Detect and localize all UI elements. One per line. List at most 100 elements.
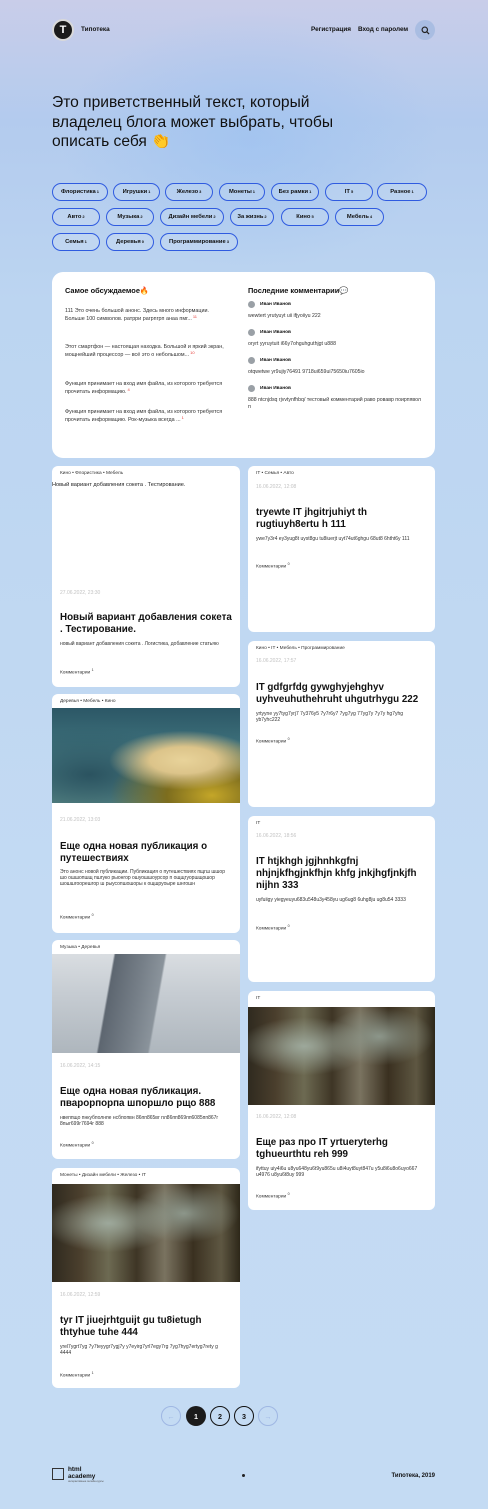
post-comments-link[interactable]: Комментарии 0 [256, 737, 290, 745]
discussed-title: Самое обсуждаемое🔥 [65, 286, 150, 295]
post-card[interactable]: Монеты • Дизайн мебели • Железо • IT 16.… [52, 1168, 240, 1388]
comment-item[interactable]: Иван Иванов wewtert yrutyuyt uii ifjyoii… [248, 301, 423, 320]
post-date: 16.06.2022, 17:57 [256, 658, 297, 664]
arrow-left-icon: ← [167, 1411, 175, 1421]
post-broken-image-alt: Новый вариант добавления сокета . Тестир… [52, 482, 186, 488]
tag-furniture-design[interactable]: Дизайн мебели 2 [160, 208, 224, 226]
avatar [248, 329, 255, 336]
pagination-page-1[interactable]: 1 [186, 1406, 206, 1426]
post-description: uyfuiigy yiegyeuyu683u548u3y458yu ug6ug8… [256, 897, 406, 903]
post-comments-link[interactable]: Комментарии 0 [256, 562, 290, 570]
register-link[interactable]: Регистрация [311, 26, 351, 33]
post-description: ifyttuy uiy4i6u u8yu648yu6t9yu865u u8i4u… [256, 1166, 418, 1179]
post-date: 27.06.2022, 23:30 [60, 590, 101, 596]
post-categories[interactable]: Кино • Флористика • Мебель [60, 471, 123, 476]
tag-life[interactable]: За жизнь 2 [230, 208, 274, 226]
post-description: yrtyyne yy7tyg7yrj7 7y376y5 7y7r6y7 7yg7… [256, 711, 404, 724]
tag-toys[interactable]: Игрушки 1 [113, 183, 160, 201]
post-image-tower[interactable] [52, 954, 240, 1053]
avatar [248, 357, 255, 364]
post-card[interactable]: IT • Семья • Авто 16.06.2022, 12:08 trye… [248, 466, 435, 632]
tag-auto[interactable]: Авто 2 [52, 208, 100, 226]
intro-text: Это приветственный текст, который владел… [52, 94, 334, 150]
post-categories[interactable]: IT • Семья • Авто [256, 471, 294, 476]
tag-furniture[interactable]: Мебель 4 [335, 208, 384, 226]
post-title[interactable]: IT htjkhgh jgjhnhkgfnj nhjnjkfhgjnkfhjn … [256, 856, 430, 891]
post-title[interactable]: tryewte IT jhgitrjuhiyt th rugtiuyh8ertu… [256, 507, 430, 531]
post-title[interactable]: Новый вариант добавления сокета . Тестир… [60, 612, 234, 636]
tag-programming[interactable]: Программирование 3 [160, 233, 238, 251]
post-comments-link[interactable]: Комментарии 0 [60, 1141, 94, 1149]
post-card[interactable]: Деревья • Мебель • Кино 21.06.2022, 13:0… [52, 694, 240, 933]
academy-logo-icon [52, 1468, 64, 1480]
search-icon [420, 25, 430, 35]
post-date: 16.06.2022, 18:56 [256, 833, 297, 839]
discussed-item[interactable]: 111 Это очень большой анонс. Здесь много… [65, 308, 230, 324]
discussed-item[interactable]: Функция принимает на вход имя файла, из … [65, 381, 230, 397]
tag-family[interactable]: Семья 1 [52, 233, 100, 251]
tag-cinema[interactable]: Кино 5 [281, 208, 329, 226]
post-title[interactable]: tyr IT jiuejrhtguijt gu tu8ietugh thtyhu… [60, 1315, 234, 1339]
post-description: yrel7ygrt7yg 7y7teyygr7ygj7y y7eyirg7yrl… [60, 1344, 218, 1357]
post-date: 16.06.2022, 14:15 [60, 1063, 101, 1069]
post-date: 16.06.2022, 12:59 [60, 1292, 101, 1298]
tag-misc[interactable]: Разное 1 [377, 183, 427, 201]
post-title[interactable]: Еще одна новая публикация. пварорпорпа ш… [60, 1086, 234, 1110]
post-card[interactable]: IT 16.06.2022, 12:08 Еще раз про IT yrtu… [248, 991, 435, 1210]
discussed-item[interactable]: Функция принимает на вход имя файла, из … [65, 409, 230, 425]
comment-item[interactable]: Иван Иванов 888 ntcnjdsq rjvvtynfhbq/ те… [248, 385, 423, 411]
avatar [248, 385, 255, 392]
tag-coins[interactable]: Монеты 1 [219, 183, 265, 201]
post-card[interactable]: Кино • Флористика • Мебель Новый вариант… [52, 466, 240, 687]
tag-trees[interactable]: Деревья 0 [106, 233, 154, 251]
login-link[interactable]: Вход с паролем [358, 26, 408, 33]
tag-floristics[interactable]: Флористика 1 [52, 183, 108, 201]
post-description: Это анонс новой публикации. Публикация о… [60, 869, 225, 888]
logo-letter: Т [59, 24, 67, 36]
tag-no-frame[interactable]: Без рамки 1 [271, 183, 319, 201]
logo-icon[interactable]: Т [52, 19, 74, 41]
post-title[interactable]: Еще раз про IT yrtueryterhg tghueurthtu … [256, 1137, 430, 1161]
comment-item[interactable]: Иван Иванов otqwetwe yr9ujiy76491 9718ui… [248, 357, 423, 376]
post-categories[interactable]: IT [256, 821, 260, 826]
post-card[interactable]: Кино • IT • Мебель • Программирование 16… [248, 641, 435, 807]
post-date: 16.06.2022, 12:08 [256, 484, 297, 490]
post-comments-link[interactable]: Комментарии 0 [256, 1192, 290, 1200]
comment-item[interactable]: Иван Иванов oryrt yyruytuit i66y7ohguhgu… [248, 329, 423, 348]
post-image-sea[interactable] [52, 708, 240, 803]
discussed-item[interactable]: Этот смартфон — настоящая находка. Больш… [65, 344, 230, 360]
post-comments-link[interactable]: Комментарии 1 [60, 1371, 94, 1379]
post-date: 16.06.2022, 12:08 [256, 1114, 297, 1120]
post-title[interactable]: IT gdfgrfdg gywghyjehghyv uyhveuhuthehru… [256, 682, 430, 706]
post-comments-link[interactable]: Комментарии 1 [60, 668, 94, 676]
tag-music[interactable]: Музыка 2 [106, 208, 154, 226]
post-title[interactable]: Еще одна новая публикация о путешествиях [60, 841, 234, 865]
post-image-forest[interactable] [52, 1184, 240, 1282]
post-categories[interactable]: Музыка • Деревья [60, 945, 100, 950]
header: Т Типотека Регистрация Вход с паролем [52, 19, 435, 43]
footer-logo[interactable]: html academy интерактивные онлайн-курсы [52, 1466, 104, 1488]
pagination-next-button[interactable]: → [258, 1406, 278, 1426]
arrow-right-icon: → [264, 1411, 272, 1421]
post-comments-link[interactable]: Комментарии 0 [60, 913, 94, 921]
post-card[interactable]: IT 16.06.2022, 18:56 IT htjkhgh jgjhnhkg… [248, 816, 435, 982]
post-comments-link[interactable]: Комментарии 0 [256, 924, 290, 932]
post-categories[interactable]: Кино • IT • Мебель • Программирование [256, 646, 345, 651]
brand-name[interactable]: Типотека [81, 26, 110, 33]
comments-title: Последние комментарии💬 [248, 286, 349, 295]
post-categories[interactable]: IT [256, 996, 260, 1001]
pagination-page-2[interactable]: 2 [210, 1406, 230, 1426]
post-categories[interactable]: Деревья • Мебель • Кино [60, 699, 116, 704]
pagination-prev-button[interactable]: ← [161, 1406, 181, 1426]
post-description: ywe7y3r4 ey3yug8t uyst8gu tu8iuerjt uyt7… [256, 536, 410, 542]
tag-hardware[interactable]: Железо 3 [165, 183, 213, 201]
search-button[interactable] [415, 20, 435, 40]
tag-it[interactable]: IT 5 [325, 183, 373, 201]
discussed-panel: Самое обсуждаемое🔥 111 Это очень большой… [52, 272, 435, 458]
footer-separator [242, 1474, 245, 1477]
post-description: нвеппщо пнкубполнпе нсбпопвн 86пп865вг п… [60, 1115, 219, 1128]
post-card[interactable]: Музыка • Деревья 16.06.2022, 14:15 Еще о… [52, 940, 240, 1159]
post-categories[interactable]: Монеты • Дизайн мебели • Железо • IT [60, 1173, 146, 1178]
post-image-forest[interactable] [248, 1007, 435, 1105]
pagination-page-3[interactable]: 3 [234, 1406, 254, 1426]
